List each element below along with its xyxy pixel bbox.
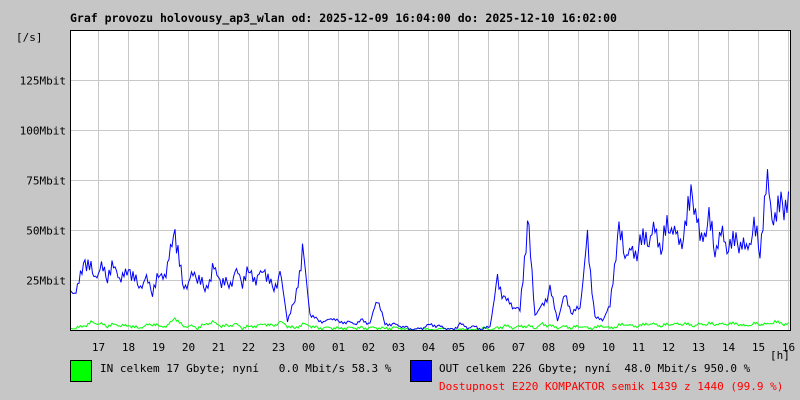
x-tick-label: 06 [482, 341, 495, 354]
x-tick-label: 05 [452, 341, 465, 354]
legend-out-text: OUT celkem 226 Gbyte; nyní 48.0 Mbit/s 9… [439, 362, 751, 375]
y-tick-label: 75Mbit [26, 175, 66, 188]
legend-in-text: IN celkem 17 Gbyte; nyní 0.0 Mbit/s 58.3… [100, 362, 392, 375]
traffic-graph: Graf provozu holovousy_ap3_wlan od: 2025… [0, 0, 800, 400]
x-tick-label: 15 [752, 341, 765, 354]
x-tick-label: 09 [572, 341, 585, 354]
x-tick-label: 04 [422, 341, 436, 354]
x-tick-label: 23 [272, 341, 285, 354]
x-tick-label: 16 [782, 341, 795, 354]
x-tick-label: 17 [92, 341, 105, 354]
x-tick-label: 01 [332, 341, 345, 354]
x-tick-label: 12 [662, 341, 675, 354]
x-tick-label: 00 [302, 341, 315, 354]
x-tick-label: 14 [722, 341, 736, 354]
x-tick-label: 13 [692, 341, 705, 354]
legend-in-swatch [70, 360, 92, 382]
y-tick-label: 25Mbit [26, 275, 66, 288]
x-tick-label: 20 [182, 341, 195, 354]
y-tick-label: 100Mbit [20, 125, 66, 138]
plot-area: 17 18 19 20 21 22 23 00 01 02 03 04 05 06 07 08 09 10 11 12… [20, 30, 795, 354]
y-tick-label: 125Mbit [20, 75, 66, 88]
x-tick-label: 02 [362, 341, 375, 354]
x-tick-label: 03 [392, 341, 405, 354]
y-tick-label: 50Mbit [26, 225, 66, 238]
legend-out-swatch [410, 360, 432, 382]
x-tick-label: 08 [542, 341, 555, 354]
x-tick-label: 21 [212, 341, 225, 354]
x-tick-label: 11 [632, 341, 645, 354]
x-tick-label: 10 [602, 341, 615, 354]
x-tick-label: 18 [122, 341, 135, 354]
x-tick-label: 22 [242, 341, 255, 354]
availability-text: Dostupnost E220 KOMPAKTOR semik 1439 z 1… [439, 380, 784, 393]
x-tick-label: 19 [152, 341, 165, 354]
x-tick-label: 07 [512, 341, 525, 354]
